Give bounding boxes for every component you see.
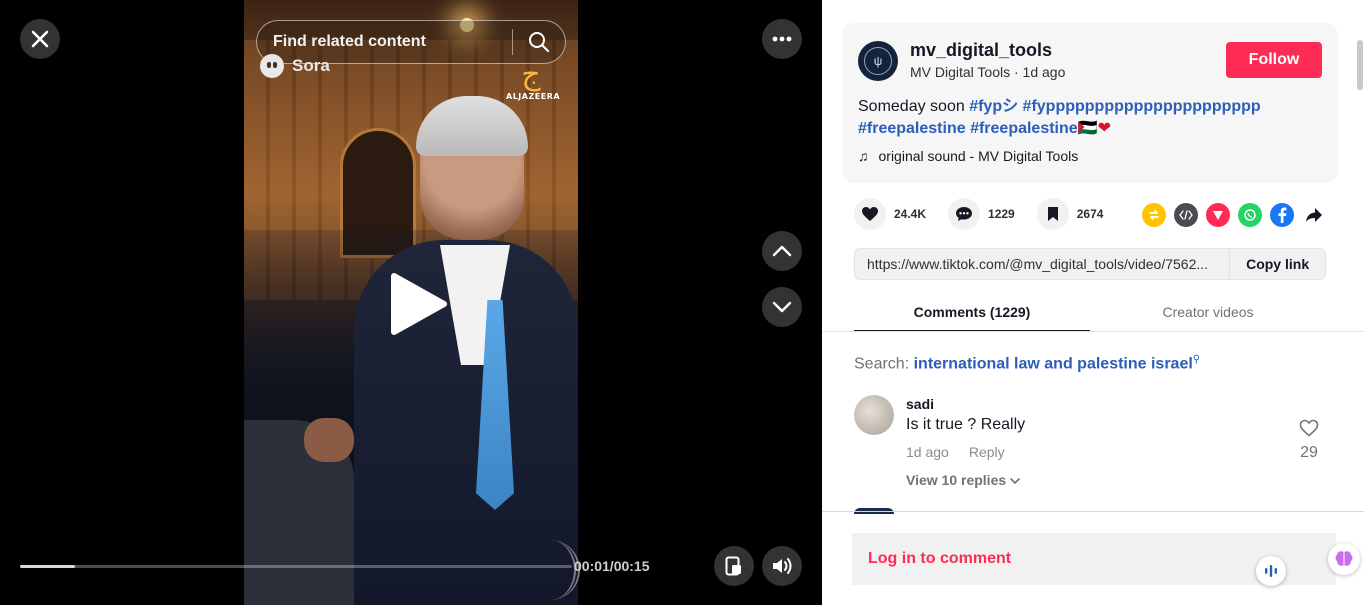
- chevron-down-icon: [1010, 478, 1020, 485]
- sora-watermark: Sora: [260, 54, 330, 78]
- details-panel: ψ mv_digital_tools MV Digital Tools · 1d…: [822, 0, 1364, 605]
- comment-meta: 1d ago Reply: [906, 444, 1005, 460]
- comment-button[interactable]: 1229: [948, 198, 1015, 230]
- play-icon[interactable]: [388, 272, 448, 336]
- comment-item: sadi Is it true ? Really 1d ago Reply 29…: [854, 395, 1326, 495]
- previous-video-button[interactable]: [762, 231, 802, 271]
- engagement-actions: 24.4K 1229 2674: [854, 198, 1125, 230]
- more-options-button[interactable]: [762, 19, 802, 59]
- embed-icon[interactable]: [1174, 203, 1198, 227]
- picture-in-picture-button[interactable]: [714, 546, 754, 586]
- post-info-card: ψ mv_digital_tools MV Digital Tools · 1d…: [842, 23, 1338, 183]
- hashtag-link[interactable]: #fypppppppppppppppppppppp: [1023, 98, 1261, 115]
- video-progress-fill: [20, 565, 76, 568]
- bookmark-icon: [1036, 198, 1069, 230]
- tab-creator-videos[interactable]: Creator videos: [1090, 298, 1326, 332]
- audio-bars-icon: [1265, 565, 1277, 577]
- facebook-icon[interactable]: [1270, 203, 1294, 227]
- comment-username[interactable]: sadi: [906, 396, 934, 412]
- pip-icon: [725, 556, 741, 576]
- reply-button[interactable]: Reply: [969, 444, 1005, 460]
- assistant-button[interactable]: [1328, 543, 1360, 575]
- avatar[interactable]: [854, 395, 894, 435]
- ellipsis-icon: [772, 36, 792, 42]
- share-arrow-icon[interactable]: [1302, 203, 1326, 227]
- search-icon[interactable]: [513, 31, 565, 53]
- creator-logo-icon: ψ: [864, 47, 892, 75]
- audio-bars-button[interactable]: [1256, 556, 1286, 586]
- comment-text: Is it true ? Really: [906, 416, 1026, 433]
- brain-icon: [1335, 551, 1353, 566]
- heart-emoji-icon: ❤: [1097, 120, 1111, 137]
- video-link-box: https://www.tiktok.com/@mv_digital_tools…: [854, 248, 1326, 280]
- video-time: 00:01/00:15: [574, 558, 650, 574]
- video-area: ج ALJAZEERA Find related content Sora 00…: [0, 0, 822, 605]
- save-button[interactable]: 2674: [1036, 198, 1103, 230]
- follow-button[interactable]: Follow: [1226, 42, 1322, 78]
- music-note-icon: ♫: [858, 148, 869, 164]
- heart-outline-icon: [1299, 419, 1319, 437]
- hashtag-link[interactable]: #fypシ: [969, 98, 1018, 115]
- close-icon: [31, 30, 49, 48]
- comment-like-button[interactable]: 29: [1294, 419, 1324, 462]
- comment-time: 1d ago: [906, 444, 949, 460]
- copy-link-button[interactable]: Copy link: [1229, 249, 1325, 279]
- comment-like-count: 29: [1300, 444, 1318, 461]
- creator-meta: MV Digital Tools · 1d ago: [910, 64, 1066, 80]
- chevron-up-icon: [772, 245, 792, 257]
- broadcaster-logo: ج ALJAZEERA: [506, 57, 561, 102]
- creator-avatar[interactable]: ψ: [858, 41, 898, 81]
- send-icon[interactable]: [1206, 203, 1230, 227]
- panel-tabs: Comments (1229) Creator videos: [854, 298, 1326, 332]
- sora-logo-icon: [260, 54, 284, 78]
- share-icons: [1142, 203, 1326, 227]
- volume-icon: [773, 558, 792, 574]
- heart-icon: [854, 198, 886, 230]
- volume-button[interactable]: [762, 546, 802, 586]
- comment-search-term[interactable]: international law and palestine israel: [914, 355, 1193, 372]
- video-url[interactable]: https://www.tiktok.com/@mv_digital_tools…: [855, 256, 1229, 272]
- hashtag-link[interactable]: #freepalestine: [858, 120, 966, 137]
- panel-scrollbar[interactable]: [1357, 40, 1363, 90]
- video-progress-bar[interactable]: [20, 565, 572, 568]
- post-caption: Someday soon #fypシ #fypppppppppppppppppp…: [858, 98, 1261, 137]
- find-related-placeholder: Find related content: [273, 33, 426, 50]
- comment-icon: [948, 198, 981, 230]
- tab-comments[interactable]: Comments (1229): [854, 298, 1090, 332]
- whatsapp-icon[interactable]: [1238, 203, 1262, 227]
- close-button[interactable]: [20, 19, 60, 59]
- chevron-down-icon: [772, 301, 792, 313]
- repost-icon[interactable]: [1142, 203, 1166, 227]
- creator-username[interactable]: mv_digital_tools: [910, 40, 1052, 61]
- view-replies-button[interactable]: View 10 replies: [906, 472, 1020, 488]
- hashtag-link[interactable]: #freepalestine🇵🇸: [970, 120, 1098, 137]
- like-button[interactable]: 24.4K: [854, 198, 926, 230]
- comment-search-suggestion: Search: international law and palestine …: [854, 354, 1201, 373]
- next-video-button[interactable]: [762, 287, 802, 327]
- sound-link[interactable]: ♫ original sound - MV Digital Tools: [858, 148, 1078, 164]
- search-icon: ⚲: [1192, 354, 1201, 365]
